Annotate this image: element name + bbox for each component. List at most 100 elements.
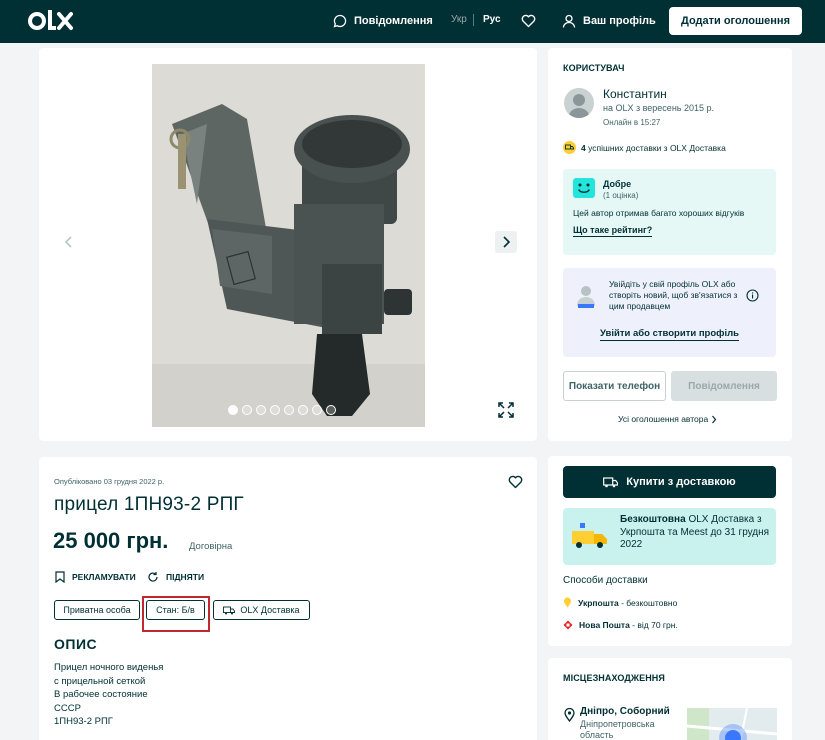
location-city: Дніпро, Соборний (580, 706, 670, 717)
listing-photo[interactable] (152, 64, 425, 427)
free-delivery-promo: Безкоштовна OLX Доставка з Укрпошта та M… (563, 508, 776, 565)
delivery-method-novaposhta: Нова Пошта - від 70 грн. (563, 620, 678, 630)
promote-label: РЕКЛАМУВАТИ (72, 572, 136, 582)
description-line: 1ПН93-2 РПГ (54, 716, 113, 727)
messages-link[interactable]: Повідомлення (333, 13, 433, 29)
ukrposhta-name: Укрпошта (578, 597, 619, 608)
prev-image-button[interactable] (58, 231, 80, 253)
last-online: Онлайн в 15:27 (603, 118, 661, 127)
negotiable-label: Договірна (189, 541, 233, 552)
location-pin-icon (564, 708, 575, 722)
location-region-suffix: область (580, 730, 614, 740)
lang-divider (473, 14, 474, 26)
gallery-dot[interactable] (256, 405, 266, 415)
ukrposhta-price: - безкоштовно (618, 597, 678, 608)
description-title: ОПИС (54, 636, 98, 652)
chevron-right-small-icon (712, 415, 717, 423)
avatar-icon (568, 94, 590, 118)
gallery-card (39, 48, 537, 441)
login-prompt-box: Увійдіть у свій профіль OLX або створіть… (563, 268, 776, 357)
delivery-card: Купити з доставкою Безкоштовна OLX Доста… (548, 456, 792, 646)
all-ads-link[interactable]: Усі оголошення автора (618, 414, 717, 424)
delivery-methods-title: Способи доставки (563, 575, 648, 586)
product-image (152, 64, 425, 427)
delivery-truck-illustration-icon (572, 523, 607, 548)
login-link[interactable]: Увійти або створити профіль (600, 328, 739, 341)
login-prompt-text: Увійдіть у свій профіль OLX або створіть… (609, 279, 738, 311)
listing-title: прицел 1ПН93-2 РПГ (54, 494, 244, 515)
profile-link[interactable]: Ваш профіль (562, 13, 656, 29)
description-line: СССР (54, 702, 81, 714)
gallery-dot[interactable] (326, 405, 336, 415)
profile-label: Ваш профіль (583, 15, 656, 27)
add-listing-button[interactable]: Додати оголошення (669, 7, 802, 35)
truck-icon (223, 606, 236, 614)
chip-olx-delivery[interactable]: OLX Доставка (213, 600, 310, 620)
member-since: на OLX з вересень 2015 р. (603, 103, 715, 113)
location-region: Дніпропетровська (580, 719, 655, 729)
description-line: Прицел ночного виденья (54, 662, 164, 673)
map-thumbnail (687, 708, 777, 740)
rating-title: Добре (603, 179, 632, 189)
rating-description: Цей автор отримав багато хороших відгукі… (573, 208, 745, 218)
gallery-dot[interactable] (270, 405, 280, 415)
promote-button[interactable]: РЕКЛАМУВАТИ (55, 571, 136, 583)
messages-label: Повідомлення (354, 15, 433, 27)
delivery-method-ukrposhta: Укрпошта - безкоштовно (563, 597, 677, 608)
published-date: Опубліковано 03 грудня 2022 р. (54, 477, 165, 486)
avatar[interactable] (564, 88, 594, 118)
lang-rus[interactable]: Рус (483, 14, 501, 25)
description-body: Прицел ночного виденья с прицельной сетк… (54, 661, 163, 729)
user-login-illustration-icon (577, 286, 595, 308)
novaposhta-icon (563, 620, 573, 630)
raise-button[interactable]: ПІДНЯТИ (147, 571, 204, 583)
truck-icon (603, 476, 619, 487)
location-card: МІСЦЕЗНАХОДЖЕННЯ Дніпро, Соборний Дніпро… (548, 658, 792, 740)
gallery-dot[interactable] (312, 405, 322, 415)
gallery-dot[interactable] (242, 405, 252, 415)
chat-icon (333, 14, 347, 28)
gallery-dot[interactable] (284, 405, 294, 415)
location-map[interactable] (687, 708, 777, 740)
show-phone-button[interactable]: Показати телефон (563, 371, 666, 401)
promo-text: Безкоштовна OLX Доставка з Укрпошта та M… (620, 514, 770, 552)
user-icon (562, 14, 576, 28)
refresh-icon (148, 572, 158, 582)
user-name[interactable]: Константин (603, 87, 667, 101)
deliveries-info: 4 успішних доставки з OLX Доставка (563, 141, 726, 154)
gallery-dots (228, 405, 336, 415)
description-line: с прицельной сеткой (54, 675, 146, 687)
chip-delivery-label: OLX Доставка (240, 605, 300, 615)
rating-box: Добре (1 оцінка) Цей автор отримав багат… (563, 169, 776, 255)
fullscreen-icon[interactable] (498, 402, 514, 418)
location-section-title: МІСЦЕЗНАХОДЖЕННЯ (563, 673, 665, 683)
raise-label: ПІДНЯТИ (166, 572, 205, 582)
chip-private-person[interactable]: Приватна особа (54, 600, 140, 620)
chevron-right-icon (503, 236, 511, 248)
gallery-dot[interactable] (228, 405, 238, 415)
all-ads-label: Усі оголошення автора (618, 414, 709, 424)
smile-face-icon (573, 178, 595, 198)
bookmark-flag-icon (55, 571, 65, 583)
condition-highlight-box (142, 596, 210, 632)
next-image-button[interactable] (495, 231, 517, 253)
favorites-heart-icon[interactable] (521, 14, 536, 28)
truck-badge-icon (563, 141, 576, 154)
buy-with-delivery-button[interactable]: Купити з доставкою (563, 466, 776, 498)
listing-card: Опубліковано 03 грудня 2022 р. прицел 1П… (39, 457, 537, 740)
rating-info-link[interactable]: Що таке рейтинг? (573, 225, 653, 237)
buy-button-label: Купити з доставкою (626, 476, 736, 488)
gallery-dot[interactable] (298, 405, 308, 415)
chevron-left-icon (64, 236, 72, 248)
message-seller-button[interactable]: Повідомлення (671, 371, 777, 401)
description-line: В рабочее состояние (54, 689, 148, 700)
lang-ukr[interactable]: Укр (451, 14, 467, 25)
olx-logo[interactable] (28, 8, 76, 34)
novaposhta-price: - від 70 грн. (629, 620, 678, 630)
favorite-heart-icon[interactable] (508, 475, 523, 489)
ukrposhta-pin-icon (564, 597, 571, 608)
top-header: Повідомлення Укр Рус Ваш профіль Додати … (0, 0, 825, 43)
info-icon[interactable] (746, 289, 759, 302)
listing-price: 25 000 грн. (53, 528, 169, 553)
promo-bold: Безкоштовна (620, 514, 686, 525)
